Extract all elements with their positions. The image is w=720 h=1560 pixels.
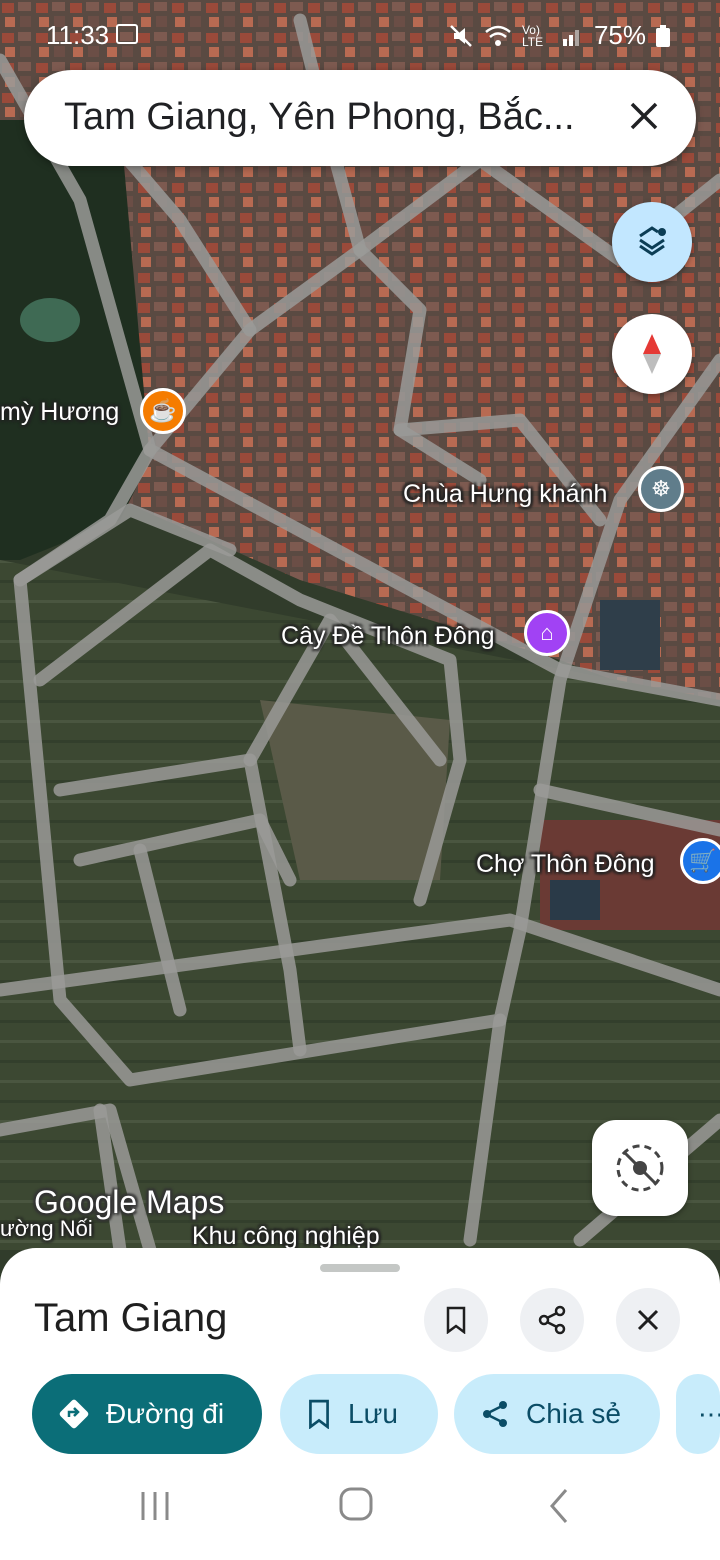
- directions-icon: [59, 1399, 89, 1429]
- directions-label: Đường đi: [106, 1398, 225, 1429]
- layers-button[interactable]: [612, 202, 692, 282]
- place-title: Tam Giang: [34, 1296, 228, 1340]
- status-time: 11:33: [46, 20, 110, 50]
- directions-button[interactable]: Đường đi: [32, 1374, 262, 1454]
- battery-icon: [656, 24, 670, 47]
- temple-icon[interactable]: ☸: [638, 466, 684, 512]
- bookmark-icon: [446, 1306, 466, 1334]
- compass-button[interactable]: [612, 314, 692, 394]
- bookmark-icon: [309, 1399, 329, 1429]
- close-icon: [637, 1309, 659, 1331]
- recent-apps-icon[interactable]: [138, 1488, 172, 1524]
- cafe-icon[interactable]: ☕: [140, 388, 186, 434]
- action-chips: Đường đi Lưu Chia sẻ ⋯: [32, 1374, 720, 1456]
- system-nav-bar: [0, 1464, 720, 1560]
- google-maps-watermark: Google Maps: [34, 1184, 225, 1220]
- share-icon: [483, 1401, 507, 1427]
- back-icon[interactable]: [546, 1486, 572, 1526]
- save-label: Lưu: [348, 1398, 398, 1429]
- share-chip[interactable]: Chia sẻ: [454, 1374, 660, 1454]
- search-bar[interactable]: Tam Giang, Yên Phong, Bắc...: [24, 70, 696, 166]
- more-icon: ⋯: [698, 1398, 720, 1429]
- search-query[interactable]: Tam Giang, Yên Phong, Bắc...: [64, 96, 594, 139]
- location-disabled-icon: [616, 1144, 664, 1192]
- status-icons: Vo) LTE 75%: [448, 20, 670, 51]
- share-label: Chia sẻ: [526, 1398, 621, 1429]
- save-chip[interactable]: Lưu: [280, 1374, 438, 1454]
- battery-percent: 75%: [593, 20, 646, 50]
- place-label-museum[interactable]: Cây Đề Thôn Đông: [281, 622, 495, 651]
- status-bar: 11:33 Vo) LTE 75%: [0, 0, 720, 70]
- mute-icon: [450, 24, 472, 47]
- area-label: Khu công nghiệp: [192, 1222, 380, 1250]
- close-sheet-button[interactable]: [616, 1288, 680, 1352]
- place-label-cafe[interactable]: mỳ Hương: [0, 398, 119, 427]
- drag-handle[interactable]: [320, 1264, 400, 1272]
- clear-search-icon[interactable]: [622, 94, 666, 138]
- image-notification-icon: [116, 24, 138, 44]
- share-icon: [538, 1305, 566, 1335]
- network-type: Vo) LTE: [521, 22, 544, 49]
- more-chip[interactable]: ⋯: [676, 1374, 720, 1454]
- museum-icon[interactable]: ⌂: [524, 610, 570, 656]
- signal-icon: [562, 29, 579, 46]
- place-label-temple[interactable]: Chùa Hưng khánh: [403, 480, 607, 509]
- place-sheet[interactable]: Tam Giang Đường đi Lưu Chia sẻ ⋯: [0, 1248, 720, 1560]
- layers-icon: [639, 226, 666, 256]
- my-location-button[interactable]: [592, 1120, 688, 1216]
- compass-icon: [643, 334, 661, 374]
- place-label-market[interactable]: Chợ Thôn Đông: [476, 850, 655, 879]
- wifi-icon: [485, 25, 511, 46]
- home-icon[interactable]: [338, 1486, 374, 1524]
- save-icon-button[interactable]: [424, 1288, 488, 1352]
- share-icon-button[interactable]: [520, 1288, 584, 1352]
- shopping-cart-icon[interactable]: 🛒: [680, 838, 720, 884]
